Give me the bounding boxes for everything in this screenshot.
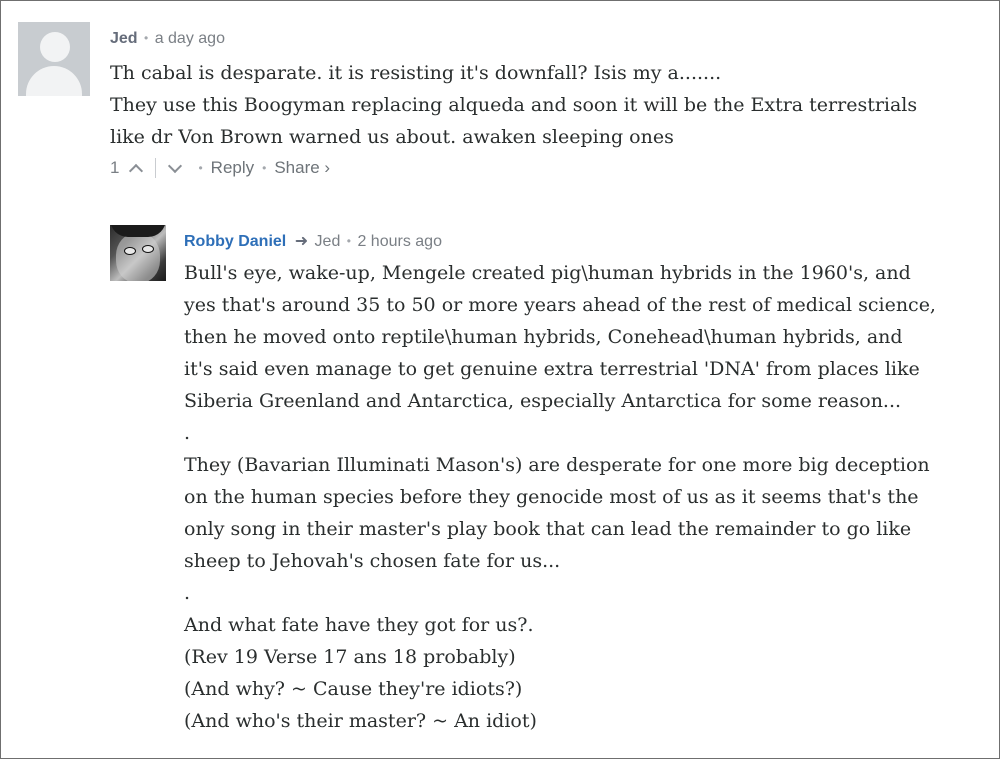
share-button[interactable]: Share › — [274, 158, 330, 178]
comment-meta: Jed • a day ago — [110, 30, 225, 48]
comment-line: (And who's their master? ~ An idiot) — [184, 710, 537, 732]
comment-line: it's said even manage to get genuine ext… — [184, 358, 920, 380]
comment-line: . — [184, 582, 191, 604]
comment-line: (Rev 19 Verse 17 ans 18 probably) — [184, 646, 516, 668]
comment-line: Bull's eye, wake-up, Mengele created pig… — [184, 262, 911, 284]
chevron-up-icon[interactable] — [129, 163, 144, 179]
avatar-eye — [142, 245, 154, 253]
chevron-down-icon[interactable] — [168, 158, 183, 174]
avatar-placeholder-body — [26, 66, 82, 96]
comment-line: then he moved onto reptile\human hybrids… — [184, 326, 903, 348]
avatar-eye — [124, 247, 136, 255]
comment-line: They (Bavarian Illuminati Mason's) are d… — [184, 454, 930, 476]
avatar-placeholder-head — [40, 32, 70, 62]
comment-line: Siberia Greenland and Antarctica, especi… — [184, 390, 902, 412]
comment-line: And what fate have they got for us?. — [184, 614, 534, 636]
comment-author[interactable]: Jed — [110, 30, 138, 47]
reply-arrow-icon: ➜ — [294, 233, 309, 250]
vote-divider — [155, 158, 157, 178]
comment-line: . — [184, 422, 191, 444]
comment-line: Th cabal is desparate. it is resisting i… — [110, 62, 722, 84]
reply-button[interactable]: Reply — [211, 158, 254, 178]
comment-line: like dr Von Brown warned us about. awake… — [110, 126, 674, 148]
meta-separator: • — [346, 234, 351, 248]
vote-count: 1 — [110, 158, 120, 177]
comment-line: yes that's around 35 to 50 or more years… — [184, 294, 936, 316]
comment-line: (And why? ~ Cause they're idiots?) — [184, 678, 523, 700]
avatar-face — [116, 233, 160, 281]
reply-meta: Robby Daniel ➜ Jed • 2 hours ago — [184, 231, 442, 251]
comment-line: on the human species before they genocid… — [184, 486, 919, 508]
comment-line: sheep to Jehovah's chosen fate for us... — [184, 550, 561, 572]
reply-to-author[interactable]: Jed — [315, 233, 341, 250]
comment-author[interactable]: Robby Daniel — [184, 233, 286, 250]
comment-timestamp[interactable]: a day ago — [155, 30, 225, 47]
meta-separator: • — [144, 31, 149, 45]
reply-body: Bull's eye, wake-up, Mengele created pig… — [184, 257, 936, 737]
comment-timestamp[interactable]: 2 hours ago — [357, 233, 442, 250]
comment-actions: 1 • Reply • Share › — [110, 158, 330, 179]
avatar-hair — [110, 225, 166, 237]
action-separator: • — [198, 161, 203, 175]
comment-body: Th cabal is desparate. it is resisting i… — [110, 57, 917, 153]
comment-line: only song in their master's play book th… — [184, 518, 912, 540]
avatar[interactable] — [110, 225, 166, 281]
comment-line: They use this Boogyman replacing alqueda… — [110, 94, 918, 116]
avatar[interactable] — [18, 22, 90, 96]
action-separator: • — [262, 161, 267, 175]
